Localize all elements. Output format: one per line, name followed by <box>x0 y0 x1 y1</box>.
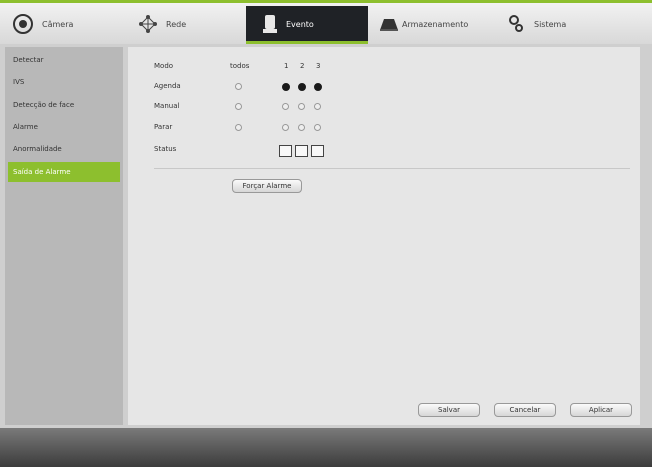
row-label-stop: Parar <box>154 123 173 131</box>
manual-channel-1-radio[interactable] <box>282 103 289 110</box>
network-icon <box>139 15 157 33</box>
cancel-button[interactable]: Cancelar <box>494 403 556 417</box>
force-alarm-button[interactable]: Forçar Alarme <box>232 179 302 193</box>
sidebar: Detectar IVS Detecção de face Alarme Ano… <box>5 47 123 425</box>
tab-camera[interactable]: Câmera <box>0 6 124 42</box>
tab-system[interactable]: Sistema <box>498 6 652 42</box>
sidebar-item-abnormality[interactable]: Anormalidade <box>8 139 120 159</box>
manual-all-radio[interactable] <box>235 103 242 110</box>
channel-3-header: 3 <box>316 62 321 70</box>
top-navigation: Câmera Rede Evento Armazenamento Sistema <box>0 0 652 44</box>
sidebar-item-face-detection[interactable]: Detecção de face <box>8 95 120 115</box>
tab-label: Sistema <box>534 19 567 29</box>
sidebar-item-detectar[interactable]: Detectar <box>8 50 120 70</box>
stop-channel-3-radio[interactable] <box>314 124 321 131</box>
row-label-manual: Manual <box>154 102 180 110</box>
agenda-channel-1-radio[interactable] <box>282 83 290 91</box>
status-indicator-3 <box>311 145 324 157</box>
stop-channel-2-radio[interactable] <box>298 124 305 131</box>
storage-icon <box>380 19 398 31</box>
event-icon <box>263 15 277 33</box>
manual-channel-3-radio[interactable] <box>314 103 321 110</box>
stop-channel-1-radio[interactable] <box>282 124 289 131</box>
status-indicator-1 <box>279 145 292 157</box>
mode-header: Modo <box>154 62 174 70</box>
status-label: Status <box>154 145 177 153</box>
divider <box>154 168 630 169</box>
sidebar-item-ivs[interactable]: IVS <box>8 72 120 92</box>
agenda-channel-2-radio[interactable] <box>298 83 306 91</box>
agenda-all-radio[interactable] <box>235 83 242 90</box>
tab-storage[interactable]: Armazenamento <box>368 6 498 42</box>
stop-all-radio[interactable] <box>235 124 242 131</box>
all-header: todos <box>230 62 250 70</box>
agenda-channel-3-radio[interactable] <box>314 83 322 91</box>
tab-label: Armazenamento <box>402 19 469 29</box>
status-indicator-2 <box>295 145 308 157</box>
main-panel: Modo todos 1 2 3 Agenda Manual Parar Sta… <box>128 47 640 425</box>
tab-label: Evento <box>286 19 314 29</box>
save-button[interactable]: Salvar <box>418 403 480 417</box>
bottom-bar <box>0 428 652 467</box>
channel-1-header: 1 <box>284 62 289 70</box>
system-icon <box>509 15 523 32</box>
tab-label: Câmera <box>42 19 74 29</box>
row-label-agenda: Agenda <box>154 82 181 90</box>
camera-icon <box>13 14 33 34</box>
tab-event[interactable]: Evento <box>246 6 368 44</box>
sidebar-item-alarm-output[interactable]: Saída de Alarme <box>8 162 120 182</box>
apply-button[interactable]: Aplicar <box>570 403 632 417</box>
tab-network[interactable]: Rede <box>124 6 246 42</box>
manual-channel-2-radio[interactable] <box>298 103 305 110</box>
sidebar-item-alarm[interactable]: Alarme <box>8 117 120 137</box>
channel-2-header: 2 <box>300 62 305 70</box>
tab-label: Rede <box>166 19 187 29</box>
